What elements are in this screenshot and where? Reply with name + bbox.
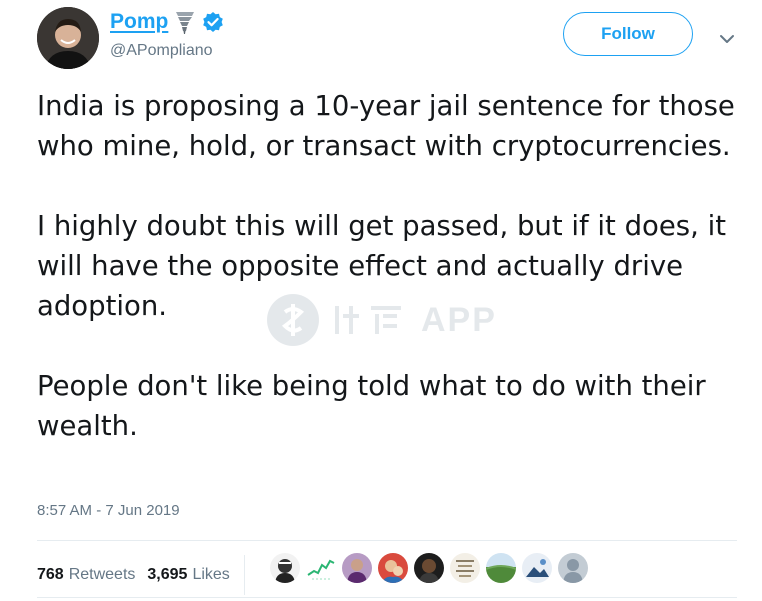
- retweets-stat[interactable]: 768 Retweets: [37, 562, 135, 588]
- tornado-icon: [174, 9, 196, 35]
- liker-avatar-5[interactable]: [414, 553, 444, 583]
- author-handle[interactable]: @APompliano: [110, 40, 213, 62]
- tweet-text: India is proposing a 10-year jail senten…: [37, 86, 737, 446]
- retweets-label: Retweets: [68, 566, 136, 583]
- liker-avatar-3[interactable]: [342, 553, 372, 583]
- follow-button[interactable]: Follow: [563, 12, 693, 56]
- tweet-paragraph: People don't like being told what to do …: [37, 370, 706, 442]
- liker-avatar-4[interactable]: [378, 553, 408, 583]
- liker-avatar-8[interactable]: [522, 553, 552, 583]
- liker-avatar-2[interactable]: [306, 553, 336, 583]
- verified-badge-icon: [202, 11, 224, 33]
- likes-stat[interactable]: 3,695 Likes: [147, 562, 229, 588]
- divider: [37, 597, 737, 598]
- liker-avatar-6[interactable]: [450, 553, 480, 583]
- chevron-down-icon[interactable]: [716, 28, 738, 50]
- stats-separator: [243, 555, 245, 595]
- liker-avatar-9[interactable]: [558, 553, 588, 583]
- retweets-count: 768: [37, 566, 64, 583]
- tweet-paragraph: I highly doubt this will get passed, but…: [37, 210, 727, 322]
- likes-count: 3,695: [147, 566, 188, 583]
- liker-avatar-1[interactable]: [270, 553, 300, 583]
- tweet-paragraph: India is proposing a 10-year jail senten…: [37, 90, 735, 162]
- author-name-row: Pomp: [110, 7, 224, 37]
- divider: [37, 540, 737, 541]
- tweet-card: Pomp @APompliano Follow India is proposi…: [0, 0, 762, 601]
- likers-list: [270, 553, 588, 583]
- tweet-stats: 768 Retweets 3,695 Likes: [37, 555, 259, 595]
- liker-avatar-7[interactable]: [486, 553, 516, 583]
- likes-label: Likes: [192, 566, 230, 583]
- author-avatar[interactable]: [37, 7, 99, 69]
- author-display-name[interactable]: Pomp: [110, 7, 168, 37]
- tweet-timestamp[interactable]: 8:57 AM - 7 Jun 2019: [37, 500, 180, 522]
